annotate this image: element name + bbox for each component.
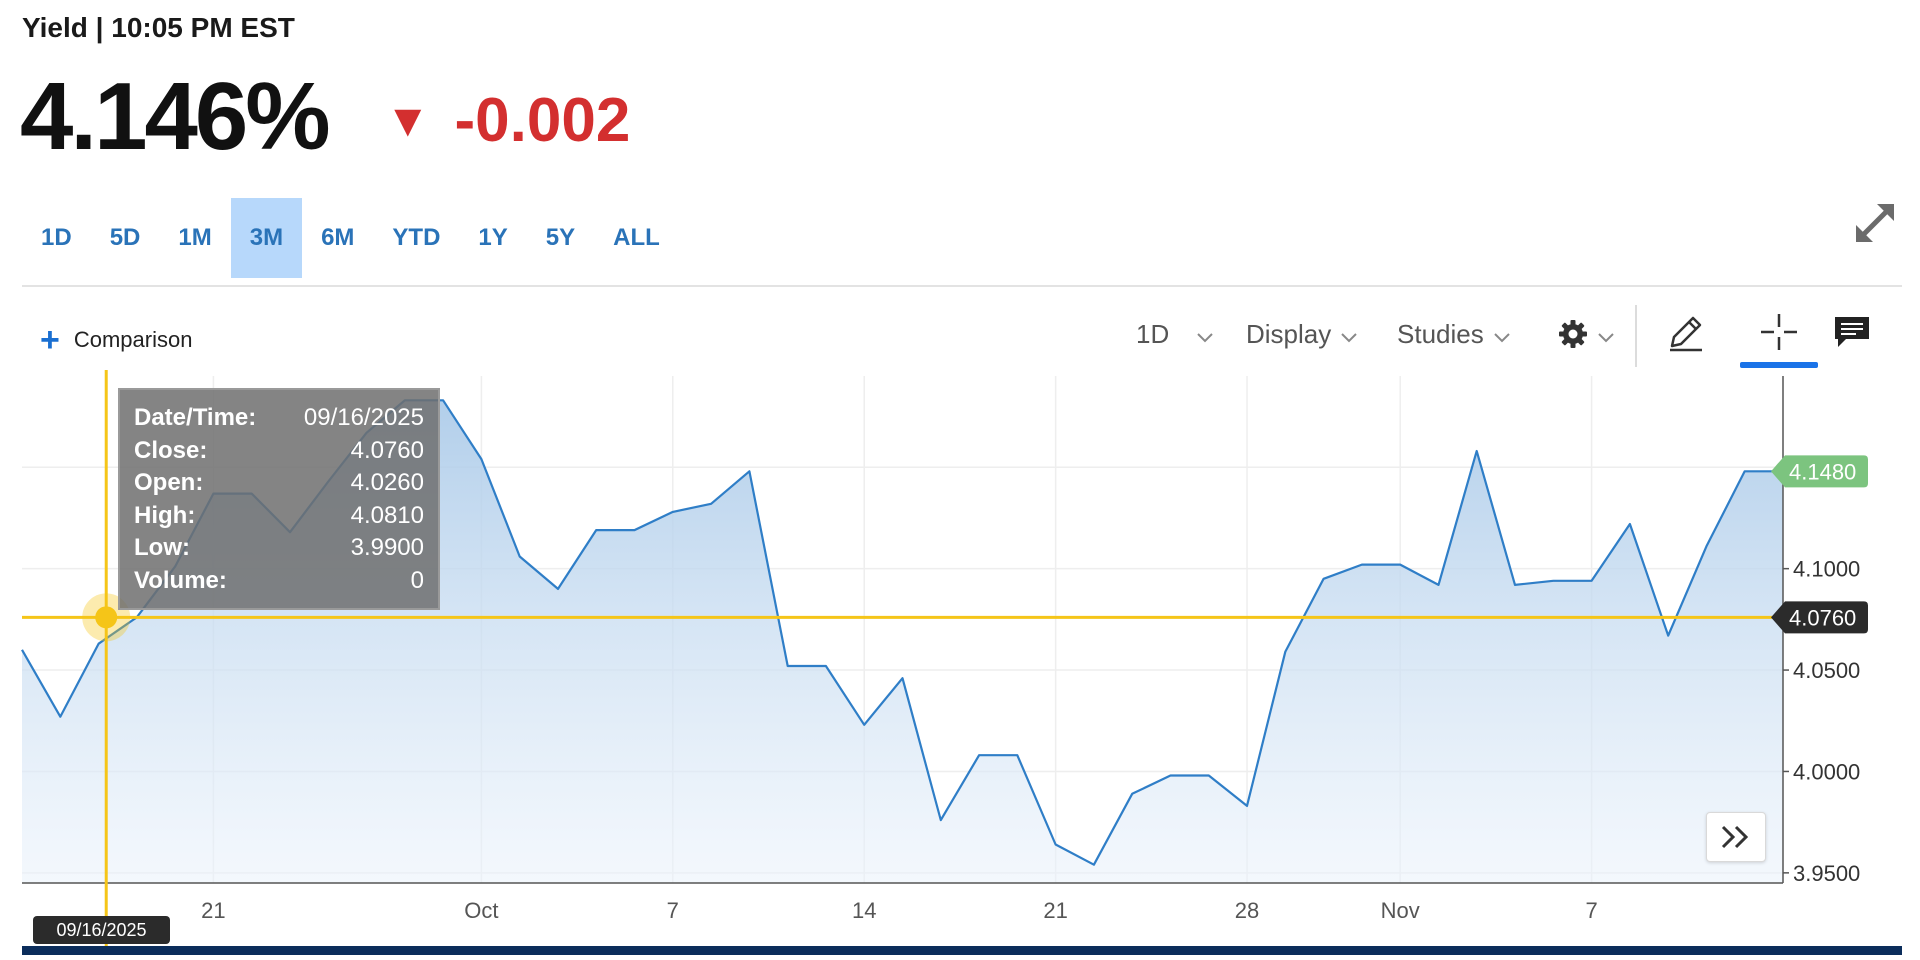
x-tick-label: Nov: [1381, 898, 1420, 923]
x-tick-label: 14: [852, 898, 876, 923]
crosshair-value-badge-text: 4.0760: [1789, 605, 1856, 630]
crosshair-tool-button[interactable]: [1749, 305, 1809, 359]
range-tab-5y[interactable]: 5Y: [527, 198, 594, 278]
tooltip-value: 4.0260: [350, 469, 424, 496]
interval-dropdown[interactable]: 1D: [1136, 312, 1213, 356]
chevron-down-icon: [1494, 333, 1510, 343]
comment-icon: [1835, 317, 1869, 347]
range-tab-all[interactable]: ALL: [594, 198, 679, 278]
x-tick-label: 7: [667, 898, 679, 923]
crosshair-icon: [1761, 314, 1797, 350]
navigator-bar[interactable]: [22, 946, 1902, 955]
range-tab-1y[interactable]: 1Y: [459, 198, 526, 278]
tooltip-label: Open:: [134, 469, 204, 496]
tooltip-row: Open: 4.0260: [134, 467, 424, 500]
interval-label: 1D: [1136, 318, 1170, 349]
comparison-label: Comparison: [73, 327, 193, 352]
tooltip-label: Close:: [134, 436, 208, 464]
last-value-badge-text: 4.1480: [1789, 459, 1856, 484]
range-tab-6m[interactable]: 6M: [302, 198, 373, 278]
range-tab-1d[interactable]: 1D: [22, 198, 91, 278]
tooltip-row: High: 4.0810: [134, 500, 424, 533]
chevron-down-icon: [1341, 333, 1357, 343]
studies-dropdown[interactable]: Studies: [1397, 312, 1510, 356]
chevron-down-icon: [1598, 333, 1614, 343]
range-tab-3m[interactable]: 3M: [230, 198, 303, 278]
tooltip-value: 4.0810: [350, 501, 424, 529]
tooltip-row: Date/Time: 09/16/2025: [134, 402, 424, 435]
tooltip-value: 4.0760: [350, 436, 424, 464]
chart-title: Yield | 10:05 PM EST: [22, 12, 295, 43]
x-tick-label: 21: [201, 898, 225, 923]
y-tick-label: 4.0000: [1793, 759, 1860, 784]
tooltip-value: 3.9900: [350, 534, 424, 561]
x-tick-label: Oct: [464, 898, 498, 923]
comment-tool-button[interactable]: [1822, 305, 1882, 359]
display-dropdown[interactable]: Display: [1246, 312, 1357, 356]
crosshair-date-label: 09/16/2025: [33, 916, 170, 944]
toolbar-divider: [1635, 305, 1637, 367]
y-tick-label: 4.0500: [1793, 658, 1860, 683]
comparison-button[interactable]: + Comparison: [40, 322, 192, 358]
tooltip-label: Date/Time:: [134, 404, 257, 431]
double-chevron-right-icon: [1721, 825, 1749, 849]
data-tooltip: Date/Time: 09/16/2025 Close: 4.0760 Open: 4.0…: [118, 388, 440, 610]
settings-dropdown[interactable]: [1558, 312, 1614, 356]
plus-icon: +: [40, 321, 60, 359]
tooltip-value: 0: [410, 566, 424, 594]
change-value: -0.002: [454, 85, 631, 155]
crosshair-point[interactable]: [95, 606, 118, 629]
pencil-icon: [1670, 316, 1702, 352]
x-tick-label: 28: [1235, 898, 1259, 923]
range-tab-1m[interactable]: 1M: [159, 198, 230, 278]
gear-icon: [1559, 320, 1587, 348]
range-tabs: 1D 5D 1M 3M 6M YTD 1Y 5Y ALL: [22, 198, 679, 278]
tooltip-row: Close: 4.0760: [134, 435, 424, 468]
tooltip-label: Low:: [134, 534, 190, 561]
range-tab-ytd[interactable]: YTD: [373, 198, 459, 278]
y-tick-label: 3.9500: [1793, 861, 1860, 886]
draw-tool-button[interactable]: [1656, 305, 1716, 359]
tooltip-value: 09/16/2025: [303, 404, 424, 431]
tooltip-row: Low: 3.9900: [134, 532, 424, 565]
range-tab-5d[interactable]: 5D: [91, 198, 160, 278]
y-tick-label: 4.1000: [1793, 557, 1860, 582]
tooltip-label: High:: [134, 501, 196, 529]
tooltip-label: Volume:: [134, 566, 227, 594]
display-label: Display: [1246, 318, 1332, 349]
studies-label: Studies: [1397, 318, 1484, 349]
quote-change: ▼ -0.002: [385, 85, 630, 155]
quote-price: 4.146%: [20, 63, 331, 170]
x-tick-label: 7: [1585, 898, 1597, 923]
active-tool-indicator: [1740, 362, 1818, 368]
header-divider: [22, 285, 1902, 287]
down-arrow-icon: ▼: [385, 94, 431, 146]
scroll-right-button[interactable]: [1706, 812, 1766, 862]
expand-icon[interactable]: [1850, 198, 1900, 248]
x-tick-label: 21: [1043, 898, 1067, 923]
chevron-down-icon: [1197, 333, 1213, 343]
tooltip-row: Volume: 0: [134, 565, 424, 598]
